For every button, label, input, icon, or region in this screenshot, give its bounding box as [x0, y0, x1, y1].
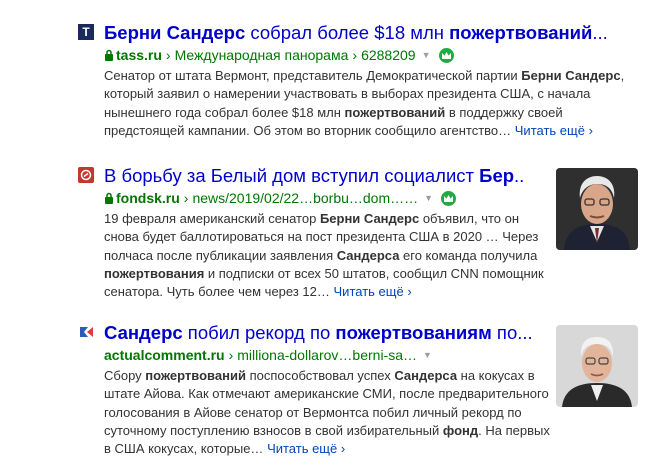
title-bold: пожертвований — [449, 22, 593, 43]
breadcrumb-separator-icon: › — [228, 347, 234, 363]
result-snippet: Сбору пожертвований поспособствовал успе… — [104, 368, 550, 457]
chevron-right-icon: › — [407, 284, 412, 300]
title-bold: пожертвованиям — [335, 322, 492, 343]
result-path-link[interactable]: 6288209 — [361, 46, 416, 64]
result-title-link[interactable]: Берни Сандерс собрал более $18 млн пожер… — [104, 20, 634, 46]
result-path-link[interactable]: Международная панорама — [175, 46, 349, 64]
result-thumbnail[interactable] — [556, 168, 638, 250]
title-bold: Бер — [479, 165, 515, 186]
title-bold: Сандерс — [104, 322, 183, 343]
portrait-image — [556, 168, 638, 250]
chevron-right-icon: › — [588, 122, 593, 138]
result-thumbnail[interactable] — [556, 325, 638, 407]
title-text: В борьбу за Белый дом вступил социалист — [104, 165, 480, 186]
tass-favicon-icon[interactable]: T — [78, 24, 94, 40]
caret-down-icon[interactable]: ▼ — [423, 346, 432, 364]
title-text: ... — [592, 22, 608, 43]
caret-down-icon[interactable]: ▼ — [422, 46, 431, 64]
result-domain-link[interactable]: actualcomment.ru — [104, 346, 225, 364]
lock-icon — [105, 49, 113, 61]
breadcrumb-separator-icon: › — [165, 47, 171, 63]
read-more-link[interactable]: Читать ещё › — [515, 123, 593, 138]
breadcrumb-separator-icon: › — [352, 47, 358, 63]
read-more-link[interactable]: Читать ещё › — [267, 441, 345, 456]
result-snippet: Сенатор от штата Вермонт, представитель … — [104, 68, 625, 138]
url-line: actualcomment.ru › milliona-dollarov…ber… — [104, 346, 440, 364]
result-snippet: 19 февраля американский сенатор Берни Са… — [104, 211, 544, 300]
title-text: собрал более $18 млн — [245, 22, 450, 43]
url-line: tass.ru › Международная панорама › 62882… — [104, 46, 454, 64]
title-text: по... — [491, 322, 533, 343]
caret-down-icon[interactable]: ▼ — [424, 189, 433, 207]
result-domain-link[interactable]: tass.ru — [116, 46, 162, 64]
breadcrumb-separator-icon: › — [183, 190, 189, 206]
read-more-link[interactable]: Читать ещё › — [334, 284, 412, 299]
result-path-link[interactable]: news/2019/02/22…borbu…dom…… — [192, 189, 418, 207]
actualcomment-favicon-icon[interactable] — [78, 324, 94, 340]
crown-icon[interactable] — [438, 47, 454, 63]
fondsk-favicon-icon[interactable] — [78, 167, 94, 183]
url-line: fondsk.ru › news/2019/02/22…borbu…dom…… … — [104, 189, 457, 207]
title-text: побил рекорд по — [182, 322, 336, 343]
portrait-image — [556, 325, 638, 407]
lock-icon — [105, 192, 113, 204]
result-title-link[interactable]: Сандерс побил рекорд по пожертвованиям п… — [104, 320, 544, 346]
chevron-right-icon: › — [340, 441, 346, 457]
result-domain-link[interactable]: fondsk.ru — [116, 189, 180, 207]
crown-icon[interactable] — [441, 190, 457, 206]
title-text: ... — [514, 165, 524, 186]
result-title-link[interactable]: В борьбу за Белый дом вступил социалист … — [104, 163, 524, 189]
result-path-link[interactable]: milliona-dollarov…berni-sa… — [237, 346, 417, 364]
title-bold: Берни Сандерс — [104, 22, 246, 43]
